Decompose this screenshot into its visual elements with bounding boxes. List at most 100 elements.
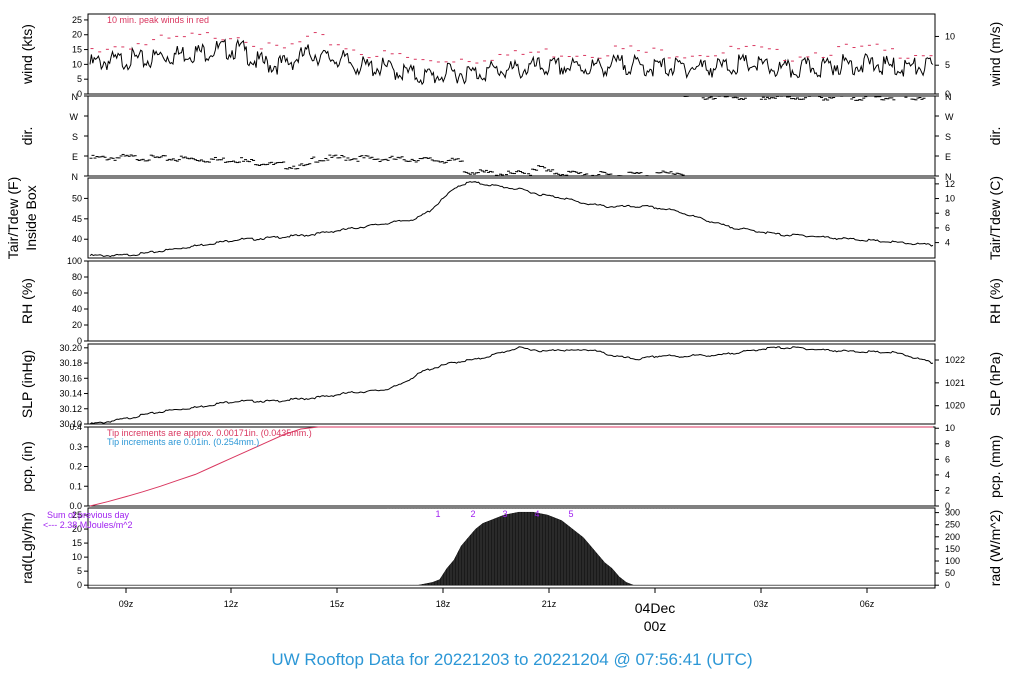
- ytick-right-label: 2: [945, 485, 950, 495]
- ytick-right-label: 6: [945, 223, 950, 233]
- ytick-right-label: 200: [945, 532, 960, 542]
- ytick-label: 25: [72, 15, 82, 25]
- xtick-label: 03z: [754, 599, 769, 609]
- ytick-label: 20: [72, 320, 82, 330]
- ytick-right-label: 10: [945, 423, 955, 433]
- page-title: UW Rooftop Data for 20221203 to 20221204…: [271, 650, 752, 669]
- ylabel: pcp. (in): [19, 441, 35, 492]
- panel-frame: [87, 13, 936, 95]
- ytick-label: 60: [72, 288, 82, 298]
- rad-hour-marker: 5: [568, 509, 573, 519]
- ytick-label: 20: [72, 30, 82, 40]
- ytick-right-label: W: [945, 112, 954, 122]
- ytick-label: S: [72, 132, 78, 142]
- rad-hour-marker: 3: [502, 509, 507, 519]
- slp-series: [89, 346, 934, 425]
- rad-annotation-value: <--- 2.38 MJoules/m^2: [43, 520, 133, 530]
- ytick-label: 30.16: [59, 373, 82, 383]
- ytick-label: 5: [77, 566, 82, 576]
- ytick-label: N: [72, 92, 79, 102]
- wind-series: [89, 38, 934, 86]
- ylabel-right: pcp. (mm): [987, 435, 1003, 498]
- ytick-right-label: 100: [945, 556, 960, 566]
- ytick-label: 15: [72, 45, 82, 55]
- ytick-label: 30.12: [59, 404, 82, 414]
- ylabel: wind (kts): [19, 24, 35, 85]
- temp-series: [89, 181, 934, 258]
- panel-frame: [87, 95, 936, 177]
- ytick-label: 40: [72, 304, 82, 314]
- xtick-label: 21z: [542, 599, 557, 609]
- xtick-label: 06z: [860, 599, 875, 609]
- ytick-right-label: 10: [945, 194, 955, 204]
- ytick-right-label: 300: [945, 508, 960, 518]
- rad-hour-marker: 2: [470, 509, 475, 519]
- ytick-label: N: [72, 172, 79, 182]
- ytick-right-label: E: [945, 152, 951, 162]
- ylabel: rad(Lgly/hr): [19, 512, 35, 584]
- ytick-right-label: 1022: [945, 355, 965, 365]
- rad-annotation-sum: Sum of previous day: [47, 510, 130, 520]
- ytick-right-label: 4: [945, 238, 950, 248]
- ytick-right-label: 10: [945, 31, 955, 41]
- panel-temp: [84, 177, 939, 259]
- panel-wind: [84, 13, 939, 95]
- xtick-label: 15z: [330, 599, 345, 609]
- ytick-label: 0: [77, 580, 82, 590]
- ytick-right-label: 4: [945, 470, 950, 480]
- ytick-right-label: 8: [945, 208, 950, 218]
- ytick-right-label: S: [945, 132, 951, 142]
- rad-area: [87, 511, 936, 586]
- ylabel: SLP (inHg): [19, 350, 35, 418]
- panel-rh: [84, 260, 936, 342]
- panel-rad: [84, 507, 939, 589]
- ytick-label: 30.20: [59, 343, 82, 353]
- ytick-label: 100: [67, 256, 82, 266]
- ytick-label: 50: [72, 193, 82, 203]
- ytick-right-label: 50: [945, 568, 955, 578]
- ylabel: Tair/Tdew (F): [5, 177, 21, 259]
- ytick-right-label: 1020: [945, 401, 965, 411]
- day-label: 04Dec: [635, 600, 675, 616]
- ytick-label: 30.18: [59, 358, 82, 368]
- ytick-right-label: 5: [945, 60, 950, 70]
- ytick-label: 40: [72, 234, 82, 244]
- ytick-right-label: 12: [945, 179, 955, 189]
- rad-hour-marker: 1: [435, 509, 440, 519]
- ytick-label: 10: [72, 59, 82, 69]
- ytick-label: 15: [72, 538, 82, 548]
- panel-frame: [87, 177, 936, 259]
- panel-slp: [84, 343, 939, 425]
- ytick-label: 80: [72, 272, 82, 282]
- ylabel-right: RH (%): [987, 278, 1003, 324]
- ylabel-right: Tair/Tdew (C): [987, 176, 1003, 260]
- ytick-right-label: 1021: [945, 378, 965, 388]
- wind-annotation: 10 min. peak winds in red: [107, 15, 209, 25]
- ylabel-right: dir.: [987, 127, 1003, 146]
- ytick-label: W: [70, 112, 79, 122]
- xtick-label: 09z: [119, 599, 134, 609]
- xtick-label: 18z: [436, 599, 451, 609]
- ytick-right-label: 8: [945, 439, 950, 449]
- ytick-label: 10: [72, 552, 82, 562]
- ytick-label: E: [72, 152, 78, 162]
- ylabel-right: wind (m/s): [987, 22, 1003, 88]
- ytick-label: 0.4: [69, 422, 82, 432]
- ytick-label: 30.14: [59, 389, 82, 399]
- ytick-label: 5: [77, 74, 82, 84]
- ylabel-right: rad (W/m^2): [987, 510, 1003, 587]
- panel-dir: [84, 95, 939, 177]
- meteogram: 05101520250510wind (kts) wind (m/s)10 min…: [5, 13, 1003, 669]
- day-hour-label: 00z: [644, 618, 667, 634]
- ylabel: dir.: [19, 127, 35, 146]
- panel-frame: [87, 343, 936, 425]
- ytick-right-label: 0: [945, 580, 950, 590]
- ytick-right-label: 150: [945, 544, 960, 554]
- ytick-label: 0.1: [69, 481, 82, 491]
- ytick-right-label: 6: [945, 454, 950, 464]
- ytick-label: 45: [72, 214, 82, 224]
- ytick-label: 0.3: [69, 442, 82, 452]
- panel-frame: [87, 260, 936, 342]
- rad-hour-marker: 4: [534, 509, 539, 519]
- ytick-label: 0.2: [69, 462, 82, 472]
